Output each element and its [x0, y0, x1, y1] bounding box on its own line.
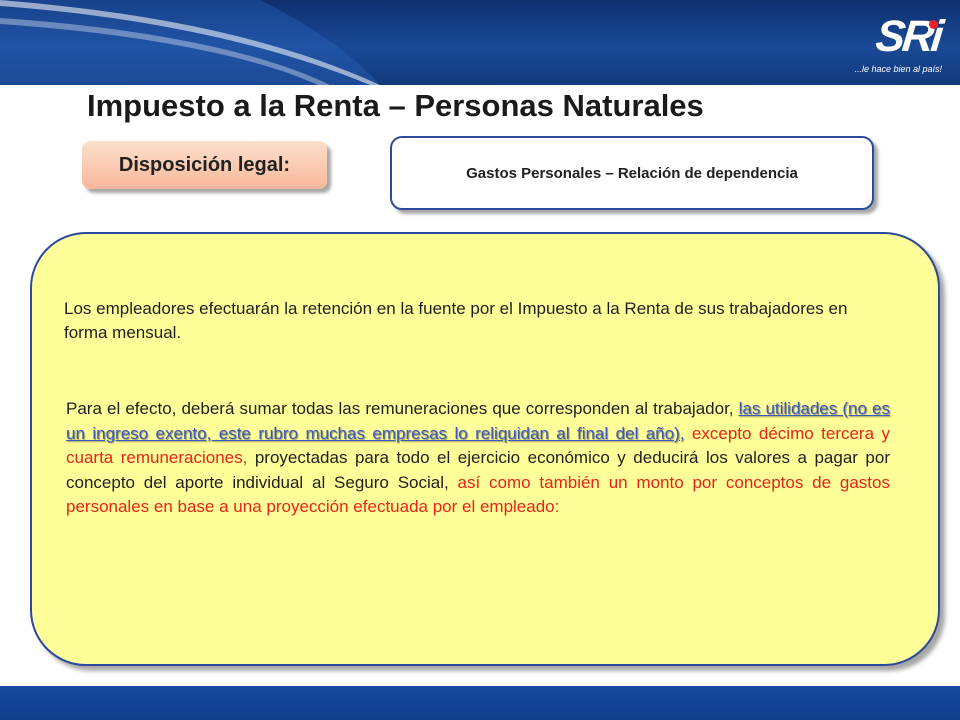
- paragraph-calculo: Para el efecto, deberá sumar todas las r…: [66, 397, 890, 520]
- disposicion-legal-button[interactable]: Disposición legal:: [82, 141, 327, 189]
- page-title: Impuesto a la Renta – Personas Naturales: [87, 88, 704, 123]
- paragraph-retencion: Los empleadores efectuarán la retención …: [64, 299, 848, 342]
- paragraph-intro: Para el efecto, deberá sumar todas las r…: [66, 399, 739, 418]
- gastos-personales-box[interactable]: Gastos Personales – Relación de dependen…: [390, 136, 874, 210]
- header-swoosh: [0, 0, 380, 85]
- header-band: SRi ...le hace bien al país!: [0, 0, 960, 85]
- sri-logo: SRi ...le hace bien al país!: [846, 8, 946, 80]
- footer-band: [0, 686, 960, 720]
- logo-tagline: ...le hace bien al país!: [854, 64, 942, 74]
- logo-dot: [929, 20, 938, 29]
